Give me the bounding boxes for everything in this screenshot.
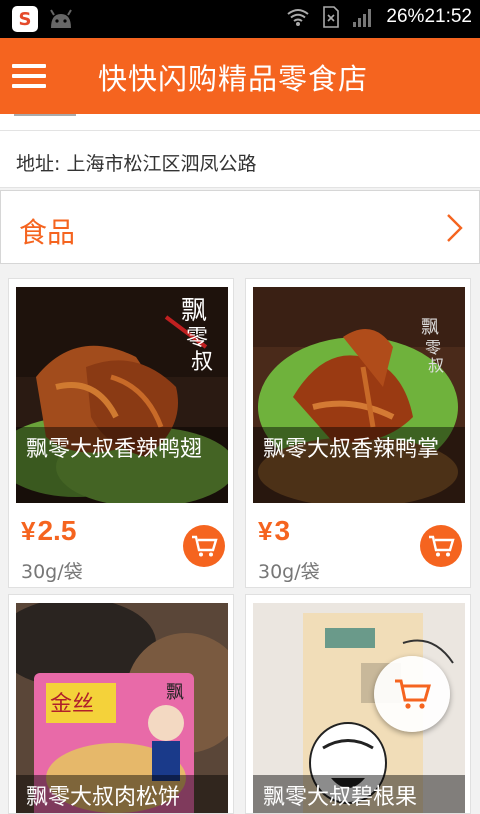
app-bar: 快快闪购精品零食店 [0,38,480,114]
price-value: 3 [274,515,291,546]
floating-cart-button[interactable] [374,656,450,732]
product-name: 飘零大叔肉松饼 [16,775,228,813]
product-card[interactable]: 飘 零 叔 飘零大叔香辣鸭掌 ¥3 30g/袋 [245,278,471,588]
product-price: ¥3 [258,515,290,547]
svg-text:叔: 叔 [428,356,444,375]
price-value: 2.5 [37,515,77,546]
product-card[interactable]: 金丝 飘 飘零大叔肉松饼 [8,594,234,814]
clock: 21:52 [424,6,472,27]
product-name: 飘零大叔碧根果 [253,775,465,813]
address-row: 地址: 上海市松江区泗凤公路 [0,130,480,188]
svg-text:叔: 叔 [191,350,213,375]
tab-indicator [14,114,76,116]
svg-text:飘: 飘 [421,317,439,338]
svg-text:飘: 飘 [181,296,207,326]
add-to-cart-button[interactable] [420,525,462,567]
svg-text:零: 零 [425,338,441,357]
chevron-right-icon [447,214,463,242]
svg-text:金丝: 金丝 [50,692,94,717]
currency-symbol: ¥ [258,516,273,546]
signal-icon [353,9,372,27]
wifi-icon [287,9,310,26]
category-label: 食品 [19,216,76,249]
add-to-cart-button[interactable] [183,525,225,567]
product-card[interactable]: 飘 零 叔 飘零大叔香辣鸭翅 ¥2.5 30g/袋 [8,278,234,588]
hamburger-menu-icon[interactable] [12,64,46,88]
sogou-icon: S [12,6,38,32]
tab-strip [0,114,480,130]
product-photo: 飘 零 叔 飘零大叔香辣鸭掌 [253,287,465,503]
page-title: 快快闪购精品零食店 [98,62,369,96]
cart-icon [429,535,455,557]
product-name: 飘零大叔香辣鸭翅 [16,427,228,503]
currency-symbol: ¥ [21,516,36,546]
product-name: 飘零大叔香辣鸭掌 [253,427,465,503]
svg-text:飘: 飘 [166,682,184,703]
status-bar: S 26% 21:52 [0,0,480,38]
battery-level: 26% [386,6,425,27]
product-photo: 飘 零 叔 飘零大叔香辣鸭翅 [16,287,228,503]
category-row-food[interactable]: 食品 [0,190,480,264]
product-price: ¥2.5 [21,515,76,547]
svg-text:零: 零 [186,326,208,351]
store-address: 地址: 上海市松江区泗凤公路 [16,153,257,175]
cart-icon [192,535,218,557]
product-photo: 金丝 飘 飘零大叔肉松饼 [16,603,228,813]
product-unit: 30g/袋 [21,561,83,583]
product-unit: 30g/袋 [258,561,320,583]
cart-icon [395,679,431,709]
android-icon [50,9,72,28]
sim-icon [323,6,340,28]
